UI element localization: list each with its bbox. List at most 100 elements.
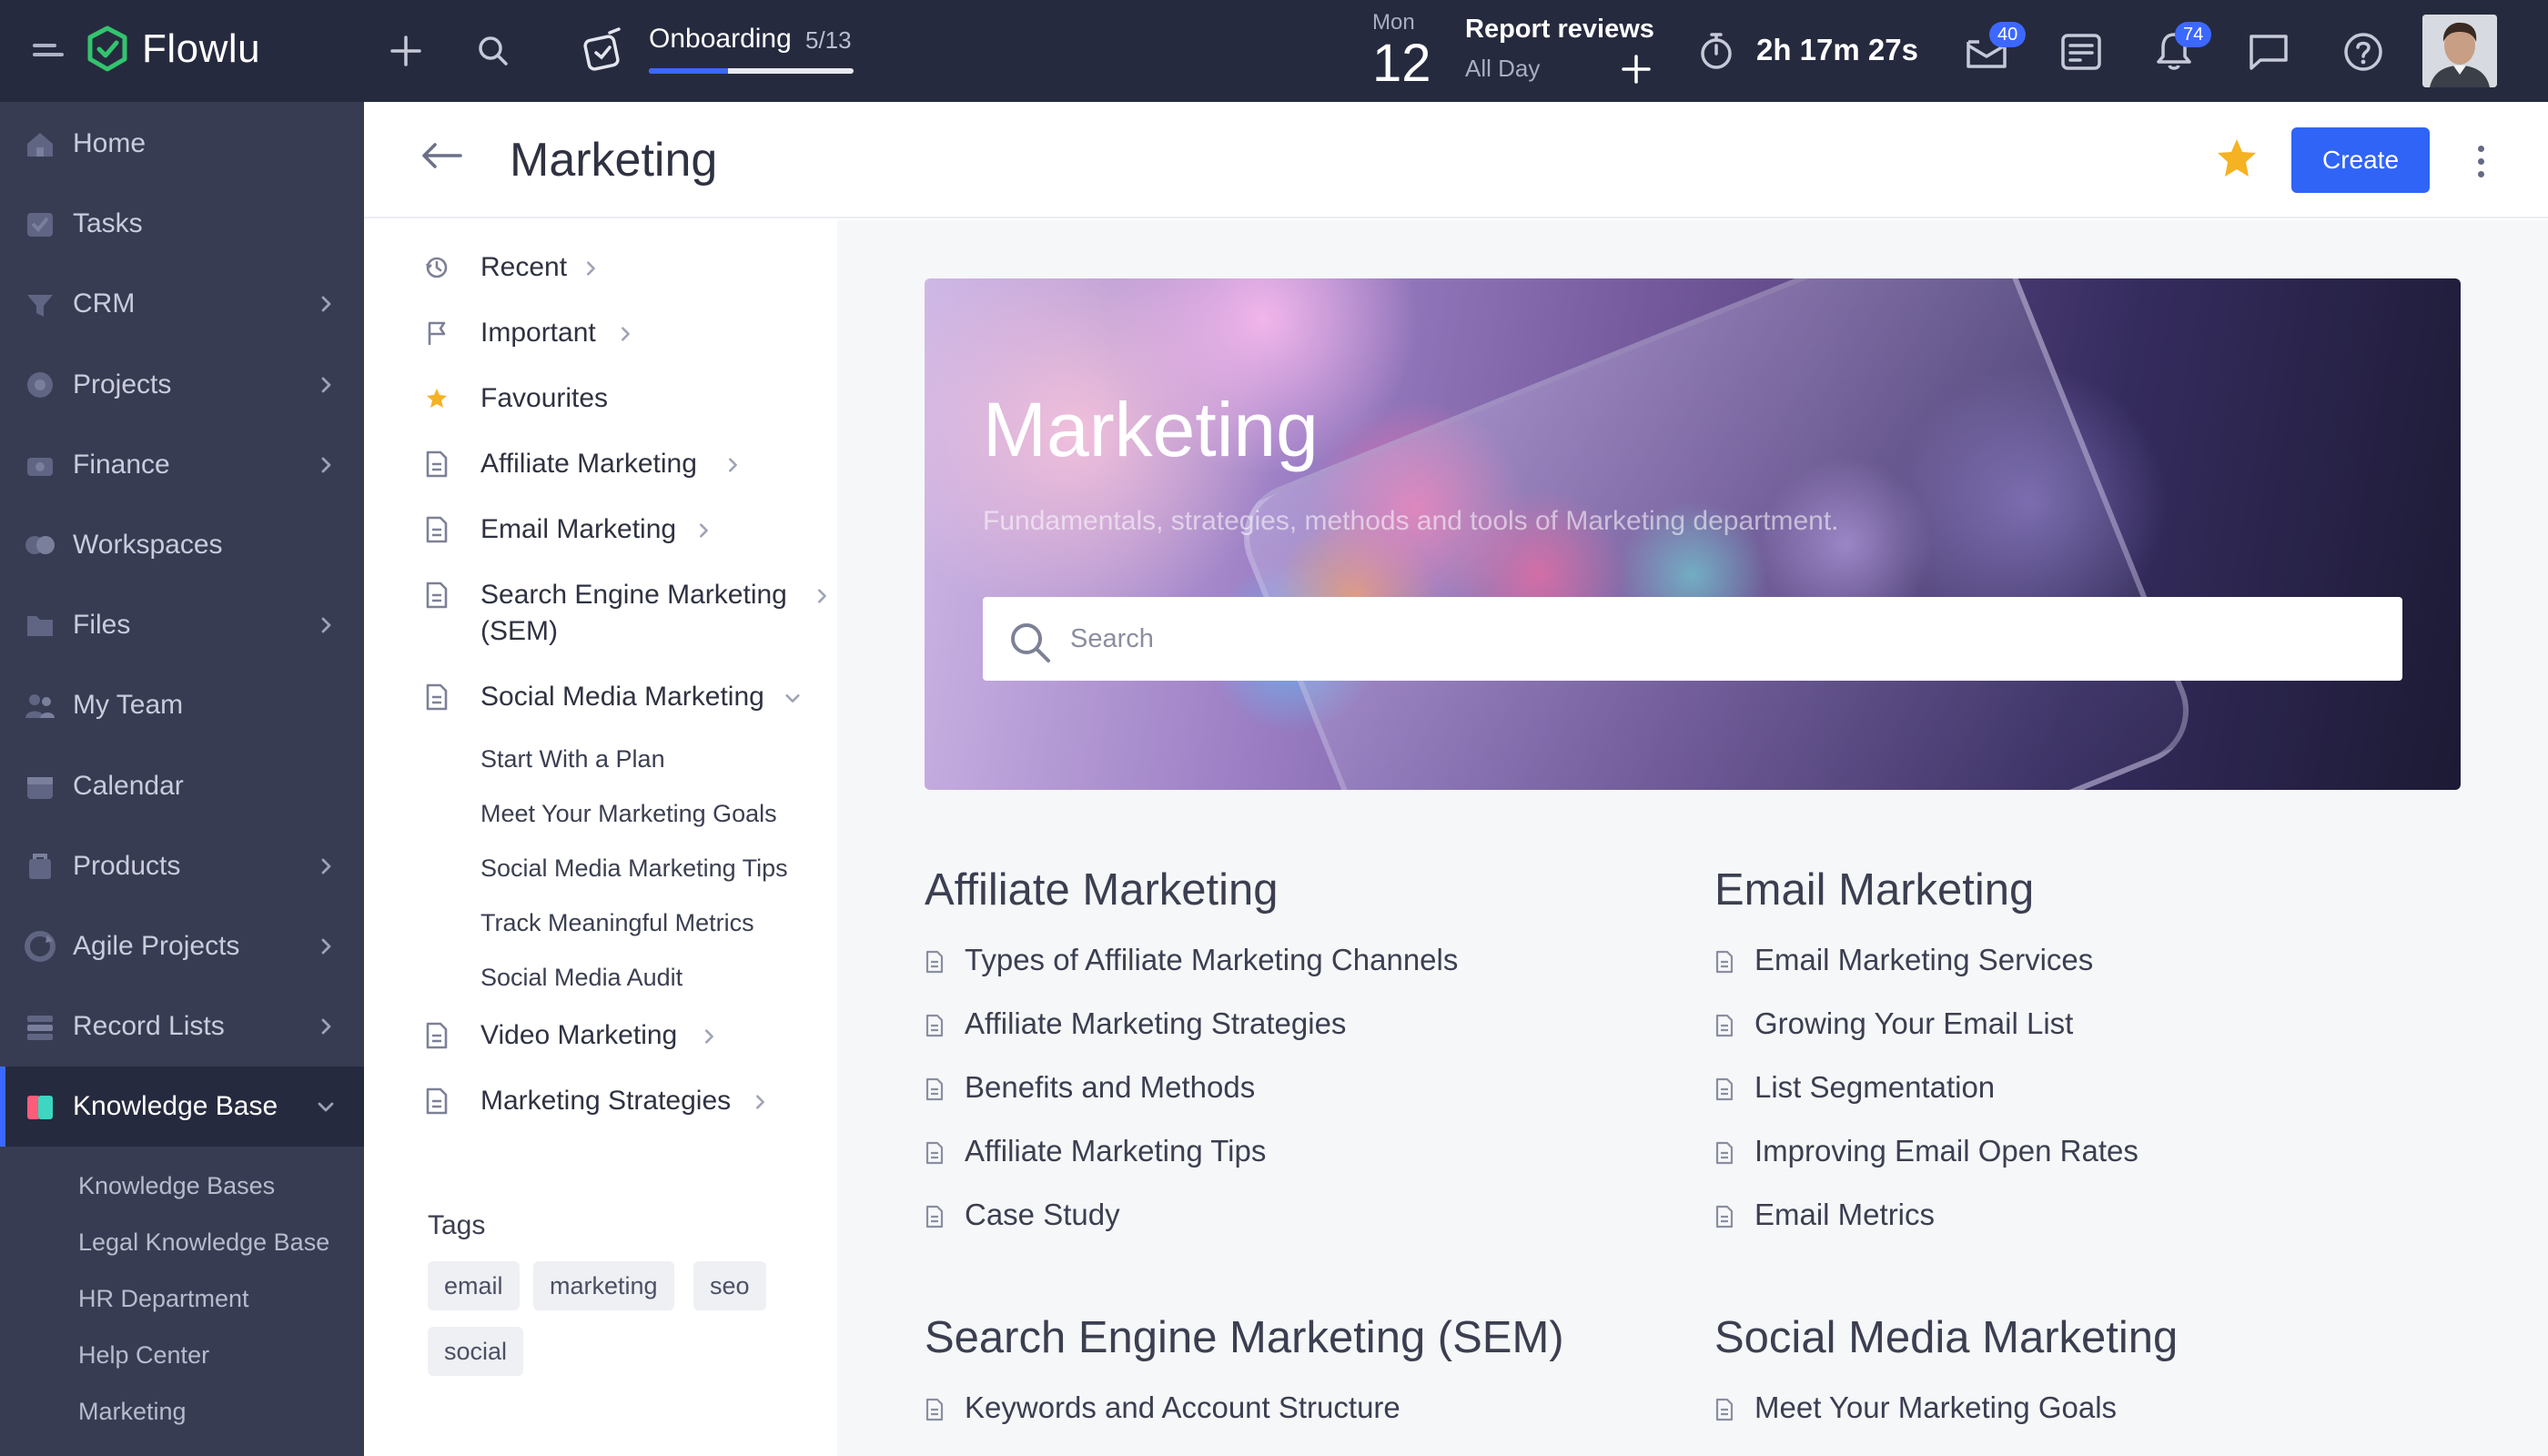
chevron-right-icon[interactable] (317, 456, 335, 474)
section-title[interactable]: Affiliate Marketing (925, 864, 1279, 915)
article-link[interactable]: Types of Affiliate Marketing Channels (965, 943, 1458, 977)
tags-title: Tags (428, 1210, 486, 1240)
chevron-right-icon[interactable] (695, 522, 712, 539)
menu-icon[interactable] (33, 40, 66, 66)
tree-item-recent[interactable]: Recent (364, 249, 837, 289)
document-icon (1715, 1205, 1734, 1228)
article-link[interactable]: Case Study (965, 1198, 1120, 1232)
tree-subitem-social-media-marketing-tips[interactable]: Social Media Marketing Tips (480, 854, 788, 883)
tag-social[interactable]: social (428, 1327, 524, 1376)
tree-subitem-meet-your-marketing-goals[interactable]: Meet Your Marketing Goals (480, 800, 777, 828)
help-icon[interactable] (2342, 31, 2384, 73)
article-link[interactable]: Keywords and Account Structure (965, 1390, 1400, 1425)
document-icon (1715, 1398, 1734, 1421)
tree-subitem-track-meaningful-metrics[interactable]: Track Meaningful Metrics (480, 909, 754, 937)
add-event-plus-icon[interactable] (1622, 55, 1651, 84)
tree-item-marketing-strategies[interactable]: Marketing Strategies (364, 1083, 837, 1123)
record-lists-icon (27, 1016, 53, 1041)
tree-item-search-engine-marketing[interactable]: Search Engine Marketing (SEM) (364, 577, 837, 650)
sidebar-item-workspaces[interactable]: Workspaces (0, 505, 364, 585)
chevron-right-icon[interactable] (317, 295, 335, 313)
tree-subitem-social-media-audit[interactable]: Social Media Audit (480, 964, 682, 992)
chevron-down-icon[interactable] (317, 1097, 335, 1116)
tree-item-email-marketing[interactable]: Email Marketing (364, 511, 837, 551)
article-link[interactable]: Email Marketing Services (1754, 943, 2093, 977)
search-icon[interactable] (477, 35, 510, 67)
chat-icon[interactable] (2248, 33, 2290, 71)
app-logo[interactable]: Flowlu (86, 25, 260, 73)
notes-icon[interactable] (2060, 33, 2102, 71)
sidebar-item-label: Agile Projects (73, 931, 240, 961)
sidebar-item-tasks[interactable]: Tasks (0, 184, 364, 264)
chevron-right-icon[interactable] (317, 376, 335, 394)
hero-title: Marketing (983, 387, 1319, 472)
notifications-badge: 74 (2175, 22, 2212, 47)
stopwatch-icon[interactable] (1698, 31, 1734, 71)
onboarding-icon[interactable] (582, 27, 624, 71)
sidebar-item-products[interactable]: Products (0, 826, 364, 906)
chevron-right-icon[interactable] (582, 260, 599, 277)
chevron-right-icon[interactable] (814, 588, 830, 604)
tree-item-label: Affiliate Marketing (480, 449, 697, 479)
tree-subitem-start-with-a-plan[interactable]: Start With a Plan (480, 745, 665, 774)
event-title[interactable]: Report reviews (1465, 15, 1654, 45)
chevron-right-icon[interactable] (317, 1017, 335, 1036)
chevron-right-icon[interactable] (317, 616, 335, 634)
sidebar-item-label: Finance (73, 449, 170, 480)
chevron-right-icon[interactable] (317, 937, 335, 956)
document-icon (1715, 950, 1734, 974)
plus-icon[interactable] (389, 35, 422, 67)
article-link[interactable]: Meet Your Marketing Goals (1754, 1390, 2117, 1425)
document-icon (925, 950, 944, 974)
more-options-icon[interactable] (2473, 144, 2488, 180)
create-button[interactable]: Create (2291, 127, 2430, 193)
sidebar-subitem-marketing[interactable]: Marketing (78, 1398, 187, 1426)
document-icon (1715, 1014, 1734, 1037)
tag-seo[interactable]: seo (693, 1261, 766, 1310)
sidebar-subitem-legal-knowledge-base[interactable]: Legal Knowledge Base (78, 1228, 329, 1257)
chevron-right-icon[interactable] (701, 1028, 717, 1045)
chevron-right-icon[interactable] (724, 457, 741, 473)
sidebar-item-record-lists[interactable]: Record Lists (0, 986, 364, 1067)
sidebar-subitem-help-center[interactable]: Help Center (78, 1341, 209, 1370)
sidebar-item-finance[interactable]: Finance (0, 425, 364, 505)
timer-value[interactable]: 2h 17m 27s (1756, 33, 1918, 67)
sidebar-item-calendar[interactable]: Calendar (0, 746, 364, 826)
article-link[interactable]: Improving Email Open Rates (1754, 1134, 2138, 1168)
section-title[interactable]: Social Media Marketing (1714, 1312, 2178, 1363)
search-input[interactable] (1070, 617, 2344, 661)
section-title[interactable]: Email Marketing (1714, 864, 2034, 915)
section-title[interactable]: Search Engine Marketing (SEM) (925, 1312, 1564, 1363)
article-link[interactable]: Email Metrics (1754, 1198, 1935, 1232)
tree-item-important[interactable]: Important (364, 315, 837, 355)
sidebar-item-crm[interactable]: CRM (0, 264, 364, 344)
tag-marketing[interactable]: marketing (533, 1261, 674, 1310)
sidebar-item-home[interactable]: Home (0, 104, 364, 184)
sidebar-item-my-team[interactable]: My Team (0, 665, 364, 745)
tag-email[interactable]: email (428, 1261, 520, 1310)
article-link[interactable]: Affiliate Marketing Tips (965, 1134, 1266, 1168)
onboarding-title[interactable]: Onboarding (649, 24, 792, 55)
tree-item-social-media-marketing[interactable]: Social Media Marketing (364, 679, 837, 719)
chevron-right-icon[interactable] (752, 1094, 768, 1110)
user-avatar[interactable] (2422, 15, 2497, 87)
chevron-down-icon[interactable] (784, 690, 801, 706)
calendar-day-number[interactable]: 12 (1372, 33, 1431, 94)
sidebar-subitem-hr-department[interactable]: HR Department (78, 1285, 249, 1313)
favourite-star-icon[interactable] (2215, 136, 2259, 180)
sidebar-item-projects[interactable]: Projects (0, 345, 364, 425)
article-link[interactable]: Affiliate Marketing Strategies (965, 1006, 1346, 1041)
article-link[interactable]: Growing Your Email List (1754, 1006, 2073, 1041)
article-link[interactable]: Benefits and Methods (965, 1070, 1255, 1105)
tree-item-affiliate-marketing[interactable]: Affiliate Marketing (364, 446, 837, 486)
back-arrow-icon[interactable] (420, 142, 462, 169)
article-link[interactable]: List Segmentation (1754, 1070, 1995, 1105)
sidebar-item-knowledge-base[interactable]: Knowledge Base (0, 1067, 364, 1148)
tree-item-favourites[interactable]: Favourites (364, 380, 837, 420)
sidebar-subitem-knowledge-bases[interactable]: Knowledge Bases (78, 1172, 275, 1200)
chevron-right-icon[interactable] (617, 326, 633, 342)
chevron-right-icon[interactable] (317, 857, 335, 875)
sidebar-item-files[interactable]: Files (0, 585, 364, 665)
sidebar-item-agile-projects[interactable]: Agile Projects (0, 906, 364, 986)
tree-item-video-marketing[interactable]: Video Marketing (364, 1017, 837, 1057)
